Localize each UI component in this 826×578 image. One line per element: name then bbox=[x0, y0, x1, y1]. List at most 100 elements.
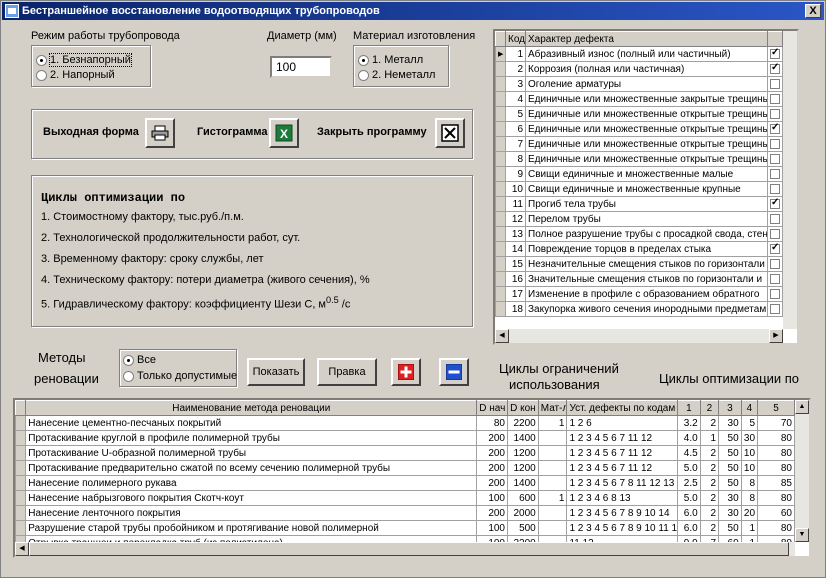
method-cell: 80 bbox=[757, 460, 795, 476]
defect-row[interactable]: 7 Единичные или множественные открытые тр… bbox=[495, 136, 783, 152]
method-row[interactable]: Нанесение ленточного покрытия 200 2000 1 2 … bbox=[15, 505, 795, 521]
defect-name: Прогиб тела трубы bbox=[525, 196, 768, 212]
method-row[interactable]: Нанесение набрызгового покрытия Скотч-ко… bbox=[15, 490, 795, 506]
methods-hscroll[interactable]: ◀ bbox=[15, 542, 795, 556]
histogram-button[interactable]: X bbox=[269, 118, 299, 148]
defect-checkbox[interactable] bbox=[770, 198, 780, 209]
defect-checkbox[interactable] bbox=[770, 168, 780, 179]
defects-vscroll[interactable] bbox=[783, 31, 797, 329]
defect-checkbox[interactable] bbox=[770, 153, 780, 164]
methods-header-8[interactable]: 4 bbox=[740, 400, 759, 416]
method-row[interactable]: Нанесение полимерного рукава 200 1400 1 2 3… bbox=[15, 475, 795, 491]
close-program-button[interactable] bbox=[435, 118, 465, 148]
defect-row[interactable]: 13 Полное разрушение трубы с просадкой св… bbox=[495, 226, 783, 242]
defect-row[interactable]: 14 Повреждение торцов в пределах стыка bbox=[495, 241, 783, 257]
method-row[interactable]: Протаскивание круглой в профиле полимерн… bbox=[15, 430, 795, 446]
methods-header-2[interactable]: D кон bbox=[507, 400, 539, 416]
method-cell: 50 bbox=[718, 430, 742, 446]
methods-header-5[interactable]: 1 bbox=[677, 400, 701, 416]
defect-checkbox[interactable] bbox=[770, 138, 780, 149]
material-option-2[interactable]: 2. Неметалл bbox=[358, 69, 435, 81]
diameter-input[interactable]: 100 bbox=[270, 56, 332, 78]
mode-option-1[interactable]: 1. Безнапорный bbox=[36, 53, 132, 67]
defect-checkbox[interactable] bbox=[770, 78, 780, 89]
scroll-left-icon[interactable]: ◀ bbox=[15, 542, 29, 556]
method-cell: 6.0 bbox=[677, 520, 701, 536]
defect-row[interactable]: 12 Перелом трубы bbox=[495, 211, 783, 227]
methods-grid[interactable]: Наименование метода реновации D нач D кон М… bbox=[13, 398, 811, 558]
methods-label-2: реновации bbox=[34, 371, 99, 386]
defect-row[interactable]: 5 Единичные или множественные открытые тр… bbox=[495, 106, 783, 122]
methods-header-4[interactable]: Уст. дефекты по кодам bbox=[566, 400, 679, 416]
defect-checkbox[interactable] bbox=[770, 228, 780, 239]
defect-row[interactable]: 6 Единичные или множественные открытые тр… bbox=[495, 121, 783, 137]
methods-vscroll[interactable]: ▲ ▼ bbox=[795, 400, 809, 542]
method-row[interactable]: Разрушение старой трубы пробойником и пр… bbox=[15, 520, 795, 536]
defect-checkbox[interactable] bbox=[770, 108, 780, 119]
defect-checkbox[interactable] bbox=[770, 303, 780, 314]
defect-checkbox[interactable] bbox=[770, 213, 780, 224]
defect-row[interactable]: 3 Оголение арматуры bbox=[495, 76, 783, 92]
defect-row[interactable]: 8 Единичные или множественные открытые тр… bbox=[495, 151, 783, 167]
defects-hscroll[interactable]: ◀ ▶ bbox=[495, 329, 783, 343]
scroll-left-icon[interactable]: ◀ bbox=[495, 329, 509, 343]
mode-option-2[interactable]: 2. Напорный bbox=[36, 69, 115, 81]
defect-checkbox[interactable] bbox=[770, 183, 780, 194]
scroll-up-icon[interactable]: ▲ bbox=[795, 400, 809, 414]
scroll-down-icon[interactable]: ▼ bbox=[795, 528, 809, 542]
methods-header-0[interactable]: Наименование метода реновации bbox=[25, 400, 478, 416]
defect-row[interactable]: 9 Свищи единичные и множественные малые bbox=[495, 166, 783, 182]
printer-icon bbox=[151, 125, 169, 141]
defect-row[interactable]: 10 Свищи единичные и множественные крупны… bbox=[495, 181, 783, 197]
method-cell: 80 bbox=[757, 430, 795, 446]
defect-checkbox[interactable] bbox=[770, 93, 780, 104]
method-row[interactable]: Протаскивание предварительно сжатой по в… bbox=[15, 460, 795, 476]
methods-header-9[interactable]: 5 bbox=[757, 400, 795, 416]
main-window: Бестраншейное восстановление водоотводящ… bbox=[0, 0, 826, 578]
defect-checkbox[interactable] bbox=[770, 258, 780, 269]
method-cell: 1400 bbox=[507, 475, 539, 491]
remove-button[interactable] bbox=[439, 358, 469, 386]
defect-row[interactable]: 11 Прогиб тела трубы bbox=[495, 196, 783, 212]
defect-checkbox[interactable] bbox=[770, 243, 780, 254]
show-button[interactable]: Показать bbox=[247, 358, 305, 386]
scroll-thumb[interactable] bbox=[29, 542, 789, 556]
method-cell: 4.5 bbox=[677, 445, 701, 461]
defect-row[interactable]: 15 Незначительные смещения стыков по гори… bbox=[495, 256, 783, 272]
method-cell: Протаскивание U-образной полимерной труб… bbox=[25, 445, 478, 461]
defects-grid[interactable]: Код Характер дефекта ▶ 1 Абразивный износ … bbox=[493, 29, 799, 345]
defect-checkbox[interactable] bbox=[770, 288, 780, 299]
filter-allowed[interactable]: Только допустимые bbox=[123, 370, 237, 382]
method-cell: 10 bbox=[740, 460, 759, 476]
defect-row[interactable]: 18 Закупорка живого сечения инородными пр… bbox=[495, 301, 783, 317]
defect-code: 7 bbox=[505, 136, 526, 152]
defect-checkbox[interactable] bbox=[770, 273, 780, 284]
material-option-1[interactable]: 1. Металл bbox=[358, 54, 423, 66]
method-row[interactable]: Нанесение цементно-песчаных покрытий 80 22… bbox=[15, 415, 795, 431]
defect-checkbox[interactable] bbox=[770, 48, 780, 59]
defect-row[interactable]: ▶ 1 Абразивный износ (полный или частичный… bbox=[495, 46, 783, 62]
methods-header-1[interactable]: D нач bbox=[476, 400, 508, 416]
output-form-button[interactable] bbox=[145, 118, 175, 148]
methods-header-6[interactable]: 2 bbox=[699, 400, 720, 416]
method-cell: 1 bbox=[537, 415, 568, 431]
defect-row[interactable]: 16 Значительные смещения стыков по горизо… bbox=[495, 271, 783, 287]
methods-header-7[interactable]: 3 bbox=[718, 400, 742, 416]
scroll-right-icon[interactable]: ▶ bbox=[769, 329, 783, 343]
method-cell: 200 bbox=[476, 445, 508, 461]
defect-row[interactable]: 2 Коррозия (полная или частичная) bbox=[495, 61, 783, 77]
method-cell: 8 bbox=[740, 475, 759, 491]
method-cell: 5.0 bbox=[677, 490, 701, 506]
defect-checkbox[interactable] bbox=[770, 63, 780, 74]
defect-checkbox[interactable] bbox=[770, 123, 780, 134]
defect-row[interactable]: 4 Единичные или множественные закрытые тр… bbox=[495, 91, 783, 107]
method-row[interactable]: Протаскивание U-образной полимерной труб… bbox=[15, 445, 795, 461]
defect-code: 1 bbox=[505, 46, 526, 62]
close-window-button[interactable]: X bbox=[805, 4, 821, 18]
defect-row[interactable]: 17 Изменение в профиле с образованием обр… bbox=[495, 286, 783, 302]
filter-all[interactable]: Все bbox=[123, 354, 156, 366]
method-cell: Нанесение набрызгового покрытия Скотч-ко… bbox=[25, 490, 478, 506]
methods-header-3[interactable]: Мат-л bbox=[537, 400, 568, 416]
edit-button[interactable]: Правка bbox=[317, 358, 377, 386]
add-button[interactable] bbox=[391, 358, 421, 386]
